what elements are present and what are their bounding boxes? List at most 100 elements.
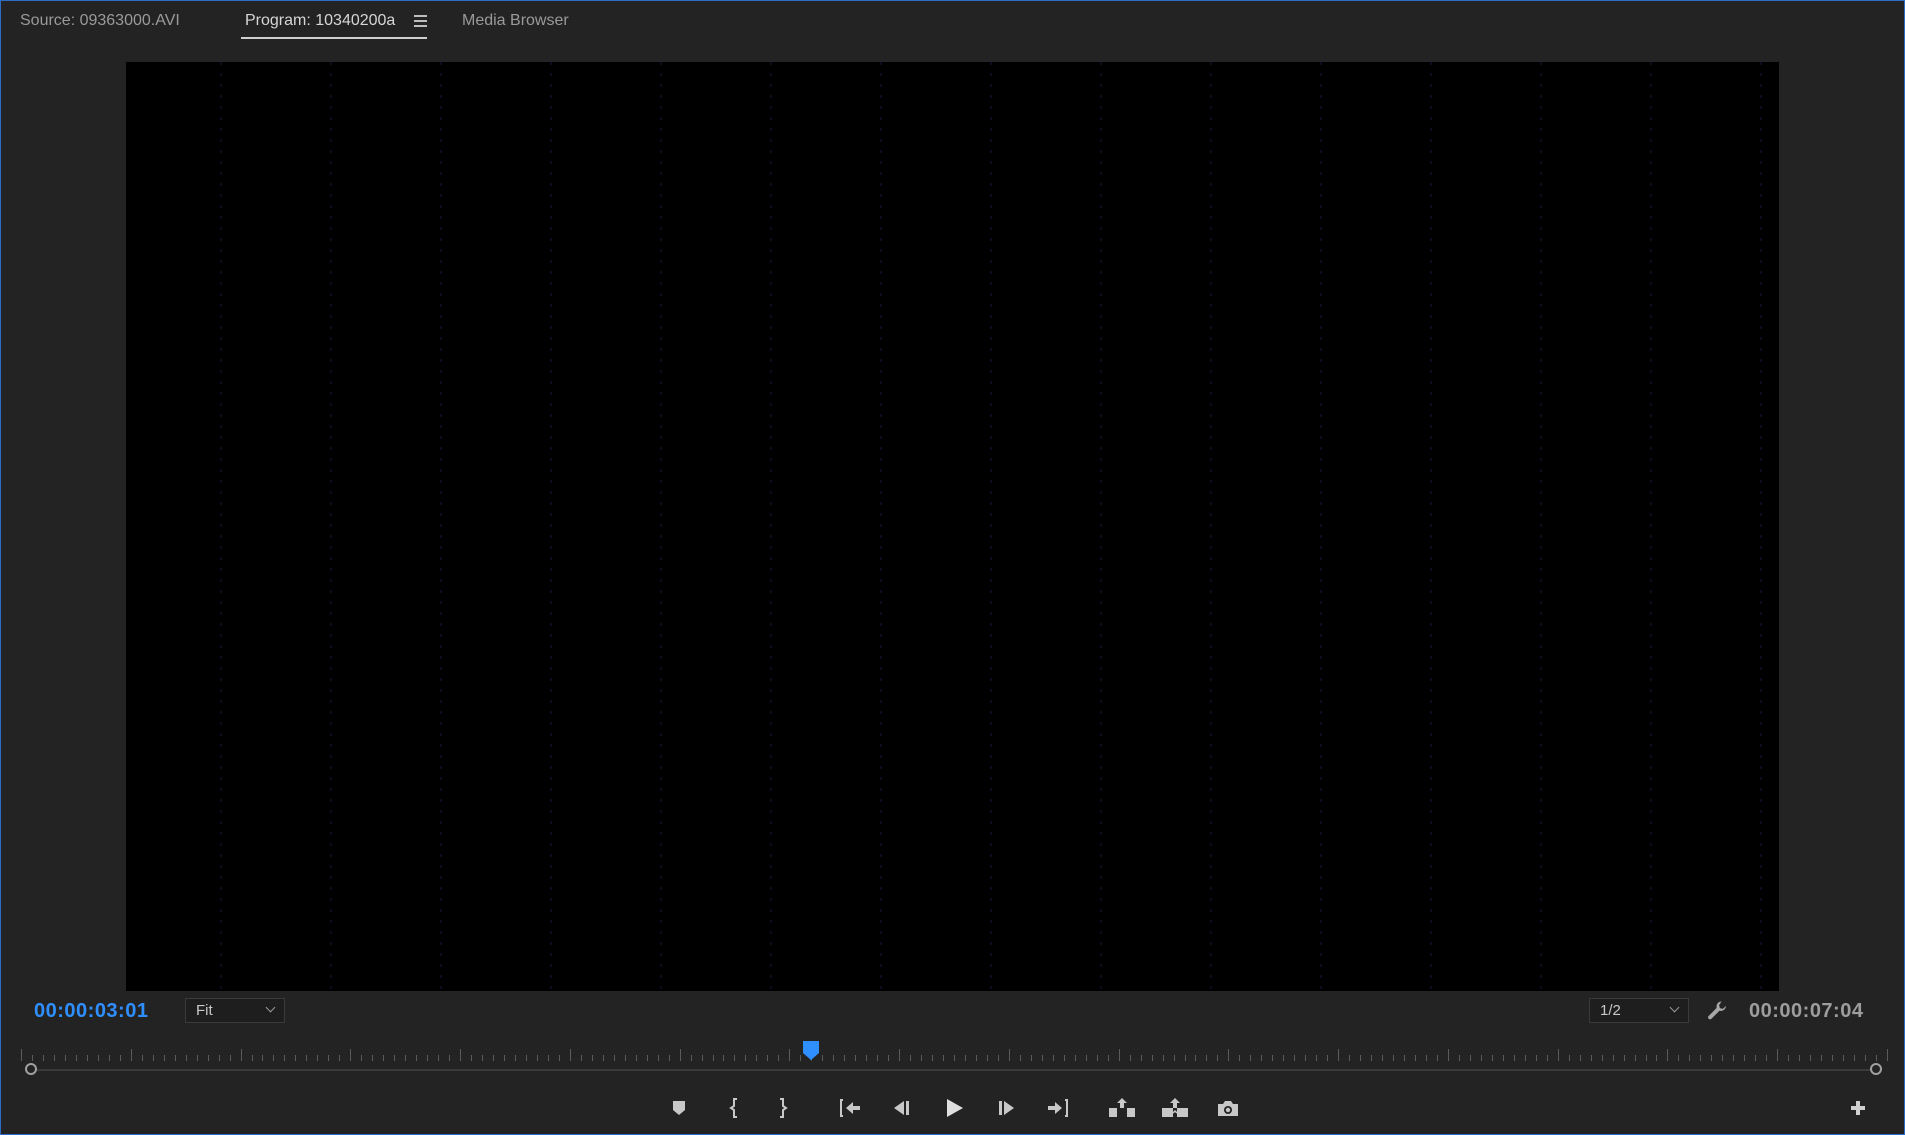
- ruler-tick: [284, 1055, 285, 1061]
- panel-menu-icon[interactable]: [414, 15, 427, 27]
- ruler-tick: [1195, 1055, 1196, 1061]
- tab-media-browser[interactable]: Media Browser: [462, 12, 569, 34]
- extract-button[interactable]: [1160, 1093, 1190, 1123]
- ruler-tick: [1525, 1055, 1526, 1061]
- ruler-tick: [76, 1055, 77, 1061]
- ruler-tick: [1250, 1055, 1251, 1061]
- ruler-tick: [1152, 1055, 1153, 1061]
- ruler-tick: [998, 1055, 999, 1061]
- ruler-tick: [822, 1055, 823, 1061]
- video-noise-stripe: [550, 62, 552, 991]
- video-noise-stripe: [1100, 62, 1102, 991]
- ruler-tick: [1843, 1055, 1844, 1061]
- export-frame-button[interactable]: [1213, 1093, 1243, 1123]
- ruler-tick: [230, 1055, 231, 1061]
- ruler-tick: [1206, 1055, 1207, 1061]
- video-noise-stripe: [660, 62, 662, 991]
- video-viewport[interactable]: [126, 62, 1779, 991]
- ruler-tick: [1185, 1055, 1186, 1061]
- step-forward-button[interactable]: [992, 1093, 1022, 1123]
- ruler-tick: [142, 1055, 143, 1061]
- mark-out-button[interactable]: [767, 1093, 797, 1123]
- ruler-tick: [625, 1055, 626, 1061]
- ruler-tick: [1404, 1055, 1405, 1061]
- zoom-scrollbar[interactable]: [31, 1069, 1877, 1071]
- ruler-tick: [723, 1055, 724, 1061]
- time-ruler[interactable]: [21, 1041, 1888, 1061]
- step-forward-icon: [997, 1098, 1017, 1118]
- ruler-tick: [1042, 1055, 1043, 1061]
- ruler-tick: [767, 1055, 768, 1061]
- ruler-tick: [372, 1055, 373, 1061]
- tab-program[interactable]: Program: 10340200a: [245, 12, 395, 34]
- ruler-tick: [1514, 1055, 1515, 1061]
- ruler-tick: [438, 1055, 439, 1061]
- ruler-tick: [482, 1055, 483, 1061]
- ruler-tick: [658, 1055, 659, 1061]
- current-timecode[interactable]: 00:00:03:01: [34, 1000, 148, 1023]
- ruler-tick: [1755, 1055, 1756, 1061]
- ruler-tick: [1854, 1055, 1855, 1061]
- wrench-icon[interactable]: [1705, 998, 1731, 1024]
- ruler-tick: [1217, 1055, 1218, 1061]
- button-editor-button[interactable]: [1843, 1093, 1873, 1123]
- active-tab-indicator: [241, 37, 427, 39]
- ruler-tick: [1261, 1055, 1262, 1061]
- video-noise-stripe: [1540, 62, 1542, 991]
- ruler-tick: [1887, 1049, 1888, 1061]
- ruler-tick: [844, 1055, 845, 1061]
- ruler-tick: [713, 1055, 714, 1061]
- ruler-tick: [515, 1055, 516, 1061]
- ruler-tick: [987, 1055, 988, 1061]
- video-noise-stripe: [1210, 62, 1212, 991]
- step-back-button[interactable]: [886, 1093, 916, 1123]
- ruler-tick: [1646, 1055, 1647, 1061]
- lift-button[interactable]: [1107, 1093, 1137, 1123]
- ruler-tick: [943, 1055, 944, 1061]
- ruler-tick: [87, 1055, 88, 1061]
- ruler-tick: [1415, 1055, 1416, 1061]
- scrollbar-start-handle[interactable]: [25, 1063, 37, 1075]
- ruler-tick: [1766, 1055, 1767, 1061]
- ruler-tick: [65, 1055, 66, 1061]
- ruler-tick: [592, 1055, 593, 1061]
- go-to-in-button[interactable]: [835, 1093, 865, 1123]
- ruler-tick: [1020, 1055, 1021, 1061]
- ruler-tick: [603, 1055, 604, 1061]
- ruler-tick: [789, 1049, 790, 1061]
- go-to-out-button[interactable]: [1043, 1093, 1073, 1123]
- ruler-tick: [537, 1055, 538, 1061]
- ruler-tick: [1371, 1055, 1372, 1061]
- add-marker-button[interactable]: [664, 1093, 694, 1123]
- ruler-tick: [1700, 1055, 1701, 1061]
- ruler-tick: [262, 1055, 263, 1061]
- ruler-tick: [691, 1055, 692, 1061]
- zoom-select[interactable]: Fit: [185, 998, 285, 1023]
- ruler-tick: [1591, 1055, 1592, 1061]
- resolution-select[interactable]: 1/2: [1589, 998, 1689, 1023]
- ruler-tick: [1228, 1049, 1229, 1061]
- scrollbar-end-handle[interactable]: [1870, 1063, 1882, 1075]
- ruler-tick: [636, 1055, 637, 1061]
- mark-out-icon: [776, 1097, 788, 1119]
- mark-in-button[interactable]: [720, 1093, 750, 1123]
- tab-source[interactable]: Source: 09363000.AVI: [20, 12, 180, 34]
- add-marker-icon: [671, 1099, 687, 1117]
- ruler-tick: [1108, 1055, 1109, 1061]
- extract-icon: [1161, 1097, 1189, 1119]
- ruler-tick: [756, 1055, 757, 1061]
- ruler-tick: [1174, 1055, 1175, 1061]
- ruler-tick: [614, 1055, 615, 1061]
- ruler-tick: [208, 1055, 209, 1061]
- resolution-select-value: 1/2: [1600, 1002, 1621, 1019]
- ruler-tick: [219, 1055, 220, 1061]
- ruler-tick: [1437, 1055, 1438, 1061]
- play-button[interactable]: [939, 1093, 969, 1123]
- ruler-tick: [1744, 1055, 1745, 1061]
- ruler-tick: [460, 1049, 461, 1061]
- ruler-tick: [1821, 1055, 1822, 1061]
- ruler-tick: [405, 1055, 406, 1061]
- ruler-tick: [1031, 1055, 1032, 1061]
- ruler-tick: [164, 1055, 165, 1061]
- playhead[interactable]: [802, 1040, 820, 1062]
